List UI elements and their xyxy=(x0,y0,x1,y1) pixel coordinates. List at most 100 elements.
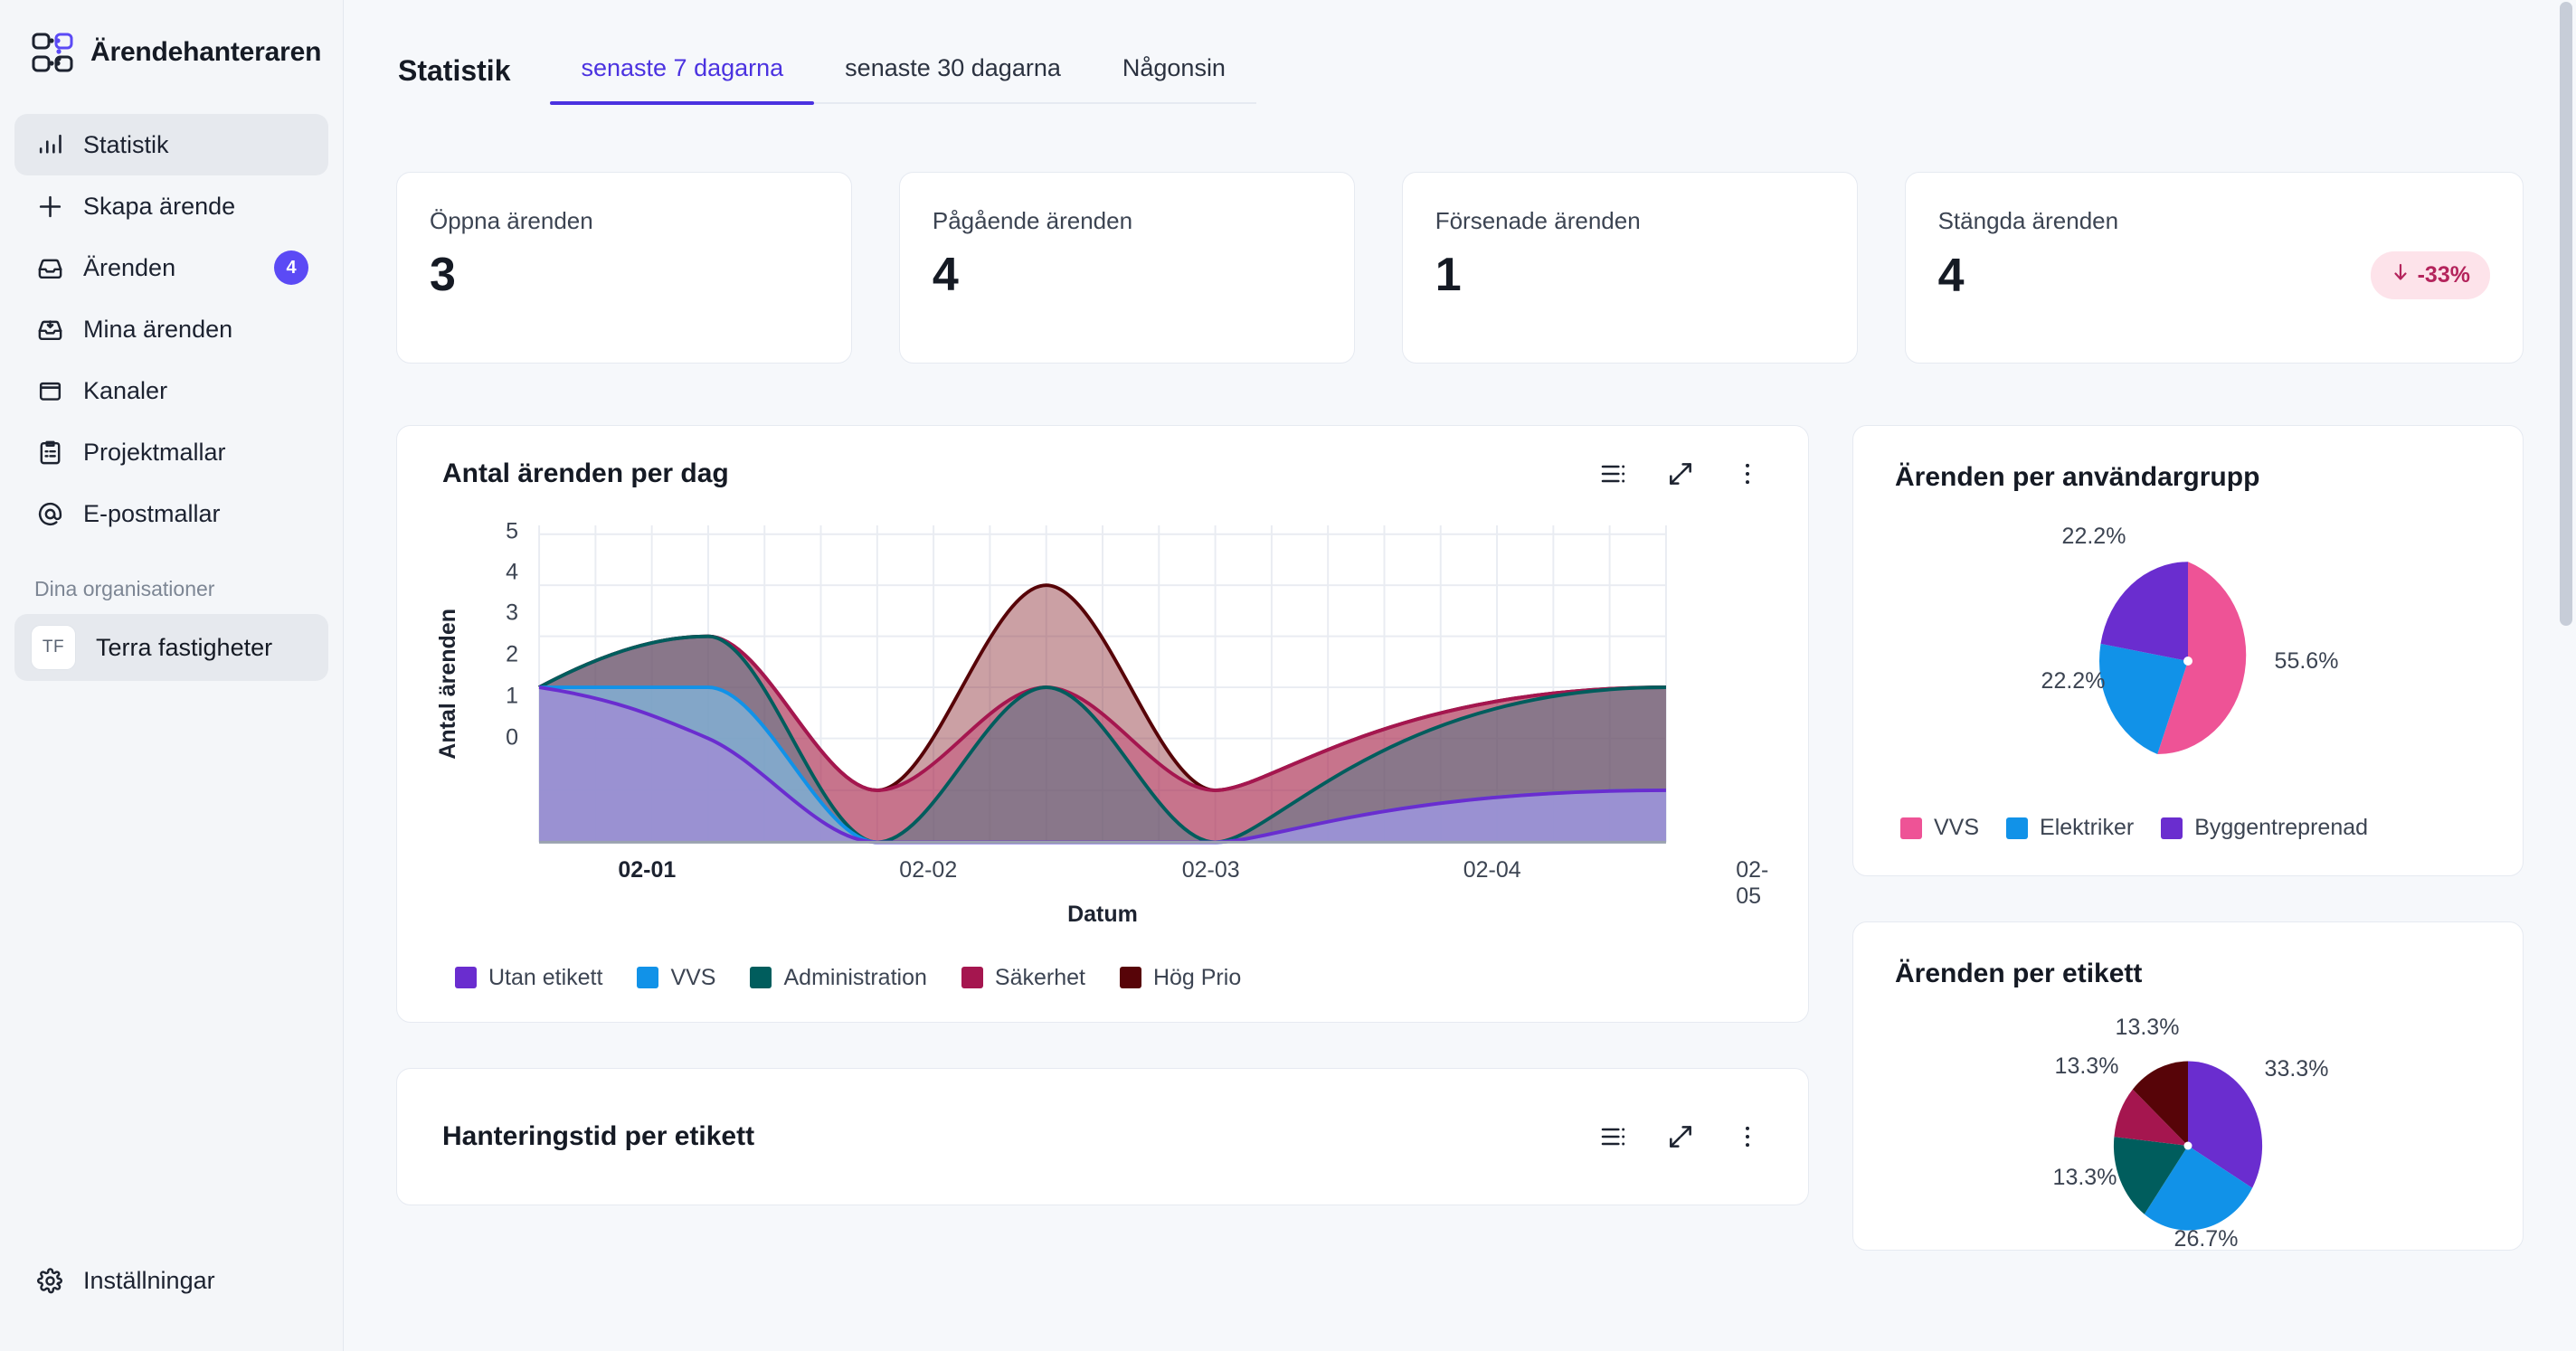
pie-chart-usergroup-svg: 22.2% 22.2% 55.6% xyxy=(2041,524,2339,755)
kpi-label: Stängda ärenden xyxy=(1937,207,2119,234)
legend-item-vvs[interactable]: VVS xyxy=(1900,815,1979,841)
kpi-row: Öppna ärenden 3 Pågående ärenden 4 Förse… xyxy=(344,104,2576,364)
expand-icon[interactable] xyxy=(1665,458,1696,489)
sidebar-item-kanaler[interactable]: Kanaler xyxy=(14,360,328,421)
sidebar-item-epostmallar[interactable]: E-postmallar xyxy=(14,483,328,544)
arrow-down-icon xyxy=(2391,261,2410,289)
legend-swatch xyxy=(750,967,772,989)
pie-value-label-vvs: 55.6% xyxy=(2275,648,2339,674)
legend-label: Utan etikett xyxy=(488,964,603,990)
sidebar-item-skapa-arende[interactable]: Skapa ärende xyxy=(14,175,328,237)
kpi-delta-value: -33% xyxy=(2417,262,2470,288)
legend-swatch xyxy=(2161,817,2183,839)
legend-item-utan-etikett[interactable]: Utan etikett xyxy=(455,965,602,991)
table-view-icon[interactable] xyxy=(1598,1121,1629,1152)
panel-arenden-per-etikett: Ärenden per etikett 13.3% 13.3% 13.3% 33… xyxy=(1852,921,2524,1251)
org-item-terra-fastigheter[interactable]: TF Terra fastigheter xyxy=(14,614,328,681)
legend-label: Administration xyxy=(783,964,927,990)
panel-actions xyxy=(1598,458,1763,489)
legend-swatch xyxy=(455,967,477,989)
org-section-header: Dina organisationer xyxy=(34,577,215,600)
kpi-label: Öppna ärenden xyxy=(430,207,593,234)
sidebar-item-installningar[interactable]: Inställningar xyxy=(14,1250,328,1311)
plus-icon xyxy=(34,191,65,222)
left-column: Antal ärenden per dag Antal ärenden 5 4 … xyxy=(396,425,1809,1205)
kpi-value: 4 xyxy=(932,249,959,301)
pie-slice-byggentreprenad[interactable] xyxy=(2100,562,2189,661)
legend-swatch xyxy=(1119,967,1141,989)
kpi-value: 3 xyxy=(430,249,456,301)
sidebar-item-statistik[interactable]: Statistik xyxy=(14,114,328,175)
legend-label: Hög Prio xyxy=(1152,964,1242,990)
sidebar-item-label: Skapa ärende xyxy=(83,192,236,220)
clipboard-checklist-icon xyxy=(34,437,65,468)
legend-swatch xyxy=(637,967,659,989)
brand[interactable]: Ärendehanteraren xyxy=(0,0,343,101)
legend-item-byggentreprenad[interactable]: Byggentreprenad xyxy=(2161,815,2368,841)
legend-item-hog-prio[interactable]: Hög Prio xyxy=(1119,964,1242,991)
sidebar-item-arenden[interactable]: Ärenden 4 xyxy=(14,237,328,298)
panel-arenden-per-anvandargrupp: Ärenden per användargrupp 22.2% 22.2% 55… xyxy=(1852,425,2524,876)
pie-value-label-vvs: 26.7% xyxy=(2174,1226,2239,1250)
pie-usergroup-legend: VVS Elektriker Byggentreprenad xyxy=(1895,815,2481,841)
panel-title: Ärenden per etikett xyxy=(1895,959,2143,988)
table-view-icon[interactable] xyxy=(1598,458,1629,489)
main-scrollbar[interactable] xyxy=(2560,0,2572,1351)
tab-nagonsin[interactable]: Någonsin xyxy=(1092,54,1256,102)
brand-name: Ärendehanteraren xyxy=(90,37,322,67)
scrollbar-thumb[interactable] xyxy=(2560,2,2572,626)
legend-label: Säkerhet xyxy=(994,964,1085,990)
page-title: Statistik xyxy=(398,54,511,87)
kpi-card-oppna-arenden: Öppna ärenden 3 xyxy=(396,172,852,364)
sidebar: Ärendehanteraren Statistik Skapa ärende xyxy=(0,0,344,1351)
more-vertical-icon[interactable] xyxy=(1732,1121,1763,1152)
sidebar-item-label: Mina ärenden xyxy=(83,315,233,343)
legend-swatch xyxy=(2006,817,2029,839)
inbox-icon xyxy=(34,252,65,283)
at-sign-icon xyxy=(34,498,65,529)
sidebar-item-mina-arenden[interactable]: Mina ärenden xyxy=(14,298,328,360)
tab-senaste-7-dagarna[interactable]: senaste 7 dagarna xyxy=(550,54,814,105)
sidebar-item-projektmallar[interactable]: Projektmallar xyxy=(14,421,328,483)
legend-item-vvs[interactable]: VVS xyxy=(637,965,715,991)
main-content: Statistik senaste 7 dagarna senaste 30 d… xyxy=(344,0,2576,1351)
sidebar-item-label: Kanaler xyxy=(83,376,168,404)
app-root: Ärendehanteraren Statistik Skapa ärende xyxy=(0,0,2576,1351)
pie-value-label-elektriker: 22.2% xyxy=(2041,668,2106,694)
pie-value-label-byggentreprenad: 22.2% xyxy=(2062,524,2126,549)
legend-item-sakerhet[interactable]: Säkerhet xyxy=(961,965,1085,991)
pie-value-label-sakerhet: 13.3% xyxy=(2055,1053,2119,1079)
kpi-value: 4 xyxy=(1937,249,1965,302)
kpi-delta-badge: -33% xyxy=(2370,251,2490,299)
kpi-card-stangda-arenden: Stängda ärenden 4 -33% xyxy=(1904,172,2524,364)
header-bar: Statistik senaste 7 dagarna senaste 30 d… xyxy=(344,0,2576,105)
avatar: TF xyxy=(31,625,76,670)
status-badge: 4 xyxy=(274,250,308,285)
kpi-label: Försenade ärenden xyxy=(1435,207,1641,234)
sidebar-item-label: Statistik xyxy=(83,130,169,158)
kpi-card-pagaende-arenden: Pågående ärenden 4 xyxy=(898,172,1355,364)
legend-swatch xyxy=(1900,817,1922,839)
sidebar-item-label: Inställningar xyxy=(83,1266,215,1294)
legend-item-administration[interactable]: Administration xyxy=(750,964,927,991)
archive-box-icon xyxy=(34,375,65,406)
legend-label: VVS xyxy=(1934,815,1980,840)
right-column: Ärenden per användargrupp 22.2% 22.2% 55… xyxy=(1852,425,2524,1251)
tab-senaste-30-dagarna[interactable]: senaste 30 dagarna xyxy=(814,54,1092,102)
legend-item-elektriker[interactable]: Elektriker xyxy=(2006,815,2134,841)
grid-nodes-logo-icon xyxy=(31,31,74,74)
content-row: Antal ärenden per dag Antal ärenden 5 4 … xyxy=(344,364,2576,1251)
panel-hanteringstid-per-etikett: Hanteringstid per etikett xyxy=(396,1067,1809,1205)
kpi-value: 1 xyxy=(1435,249,1462,301)
panel-actions xyxy=(1598,1121,1763,1152)
panel-title: Hanteringstid per etikett xyxy=(442,1120,755,1151)
pie-value-label-administration: 13.3% xyxy=(2053,1165,2117,1190)
expand-icon[interactable] xyxy=(1665,1121,1696,1152)
tab-bar: senaste 7 dagarna senaste 30 dagarna Någ… xyxy=(550,54,1256,105)
more-vertical-icon[interactable] xyxy=(1732,458,1763,489)
sidebar-item-label: Ärenden xyxy=(83,253,176,281)
kpi-card-forsenade-arenden: Försenade ärenden 1 xyxy=(1401,172,1858,364)
area-chart-legend: Utan etikett VVS Administration Säkerhet… xyxy=(442,965,1763,991)
gear-icon xyxy=(34,1265,65,1296)
sidebar-item-label: Projektmallar xyxy=(83,438,226,466)
